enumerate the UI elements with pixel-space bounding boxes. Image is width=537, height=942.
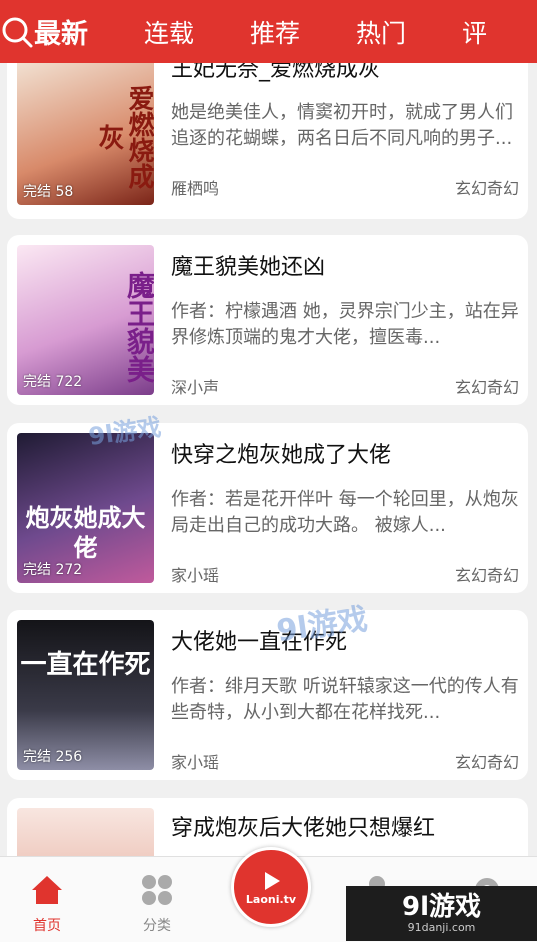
nav-label-category: 分类 (143, 918, 171, 934)
search-button[interactable] (0, 0, 34, 63)
book-author: 家小瑶 (171, 753, 220, 772)
book-card[interactable]: 一直在作死 完结 256 大佬她一直在作死 作者：绯月天歌 听说轩辕家这一代的传… (7, 610, 528, 780)
book-desc: 她是绝美佳人，情窦初开时，就成了男人们追逐的花蝴蝶，两名日后不同凡响的男子... (171, 102, 513, 149)
book-cover (17, 808, 154, 856)
book-cover: 炮灰她成大佬 完结 272 (17, 433, 154, 583)
book-genre: 玄幻奇幻 (454, 179, 519, 198)
book-genre: 玄幻奇幻 (454, 753, 519, 772)
play-icon (265, 871, 280, 890)
book-desc: 作者：绯月天歌 听说轩辕家这一代的传人有些奇特，从小到大都在花样找死... (171, 676, 519, 723)
top-bar: 最新 连载 推荐 热门 评 (0, 0, 537, 63)
book-author: 深小声 (171, 378, 220, 397)
book-card[interactable]: 爱燃烧成灰 完结 58 王妃无奈_爱燃烧成灰 她是绝美佳人，情窦初开时，就成了男… (7, 63, 528, 219)
tab-recommend[interactable]: 推荐 (250, 14, 300, 50)
book-desc: 作者：柠檬遇酒 她，灵界宗门少主，站在异界修炼顶端的鬼才大佬，擅医毒... (171, 301, 519, 348)
book-title: 穿成炮灰后大佬她只想爆红 (171, 816, 436, 841)
cover-status: 完结 272 (23, 562, 83, 578)
book-genre: 玄幻奇幻 (454, 378, 519, 397)
book-list: 爱燃烧成灰 完结 58 王妃无奈_爱燃烧成灰 她是绝美佳人，情窦初开时，就成了男… (0, 63, 537, 856)
center-brand-label: Laoni.tv (245, 892, 297, 906)
book-cover: 魔王貌美 完结 722 (17, 245, 154, 395)
book-genre: 玄幻奇幻 (454, 566, 519, 585)
search-icon (2, 17, 33, 47)
cover-title-art: 一直在作死 (20, 650, 151, 680)
book-desc: 作者：若是花开伴叶 每一个轮回里，从炮灰局走出自己的成功大路。 被嫁人... (171, 489, 519, 536)
cover-status: 完结 58 (23, 184, 74, 200)
corner-logo-main: 9l游戏 (401, 892, 481, 922)
book-author: 雁栖鸣 (171, 179, 220, 198)
cover-title-art: 魔王貌美 (123, 271, 154, 383)
grid-icon (142, 875, 172, 905)
cover-title-art: 炮灰她成大佬 (25, 503, 146, 562)
book-card[interactable]: 炮灰她成大佬 完结 272 快穿之炮灰她成了大佬 作者：若是花开伴叶 每一个轮回… (7, 423, 528, 593)
nav-label-home: 首页 (33, 918, 61, 934)
book-cover: 爱燃烧成灰 完结 58 (17, 63, 154, 205)
book-title: 魔王貌美她还凶 (171, 255, 326, 280)
tab-latest[interactable]: 最新 (34, 12, 88, 51)
nav-home[interactable]: 首页 (12, 873, 82, 935)
book-title: 王妃无奈_爱燃烧成灰 (171, 63, 381, 82)
tab-hot[interactable]: 热门 (356, 14, 406, 50)
cover-status: 完结 256 (23, 749, 83, 765)
cover-status: 完结 722 (23, 374, 83, 390)
book-cover: 一直在作死 完结 256 (17, 620, 154, 770)
book-author: 家小瑶 (171, 566, 220, 585)
center-play-button[interactable]: Laoni.tv (231, 847, 311, 927)
nav-category[interactable]: 分类 (122, 873, 192, 935)
tab-serial[interactable]: 连载 (144, 14, 194, 50)
corner-logo: 9l游戏 91danji.com (346, 886, 537, 941)
home-icon (32, 876, 62, 904)
corner-logo-sub: 91danji.com (407, 921, 476, 934)
book-card[interactable]: 魔王貌美 完结 722 魔王貌美她还凶 作者：柠檬遇酒 她，灵界宗门少主，站在异… (7, 235, 528, 405)
category-tabs: 最新 连载 推荐 热门 评 (34, 0, 537, 63)
cover-title-art: 爱燃烧成灰 (94, 85, 154, 189)
book-title: 快穿之炮灰她成了大佬 (171, 443, 392, 468)
tab-review[interactable]: 评 (462, 14, 487, 50)
